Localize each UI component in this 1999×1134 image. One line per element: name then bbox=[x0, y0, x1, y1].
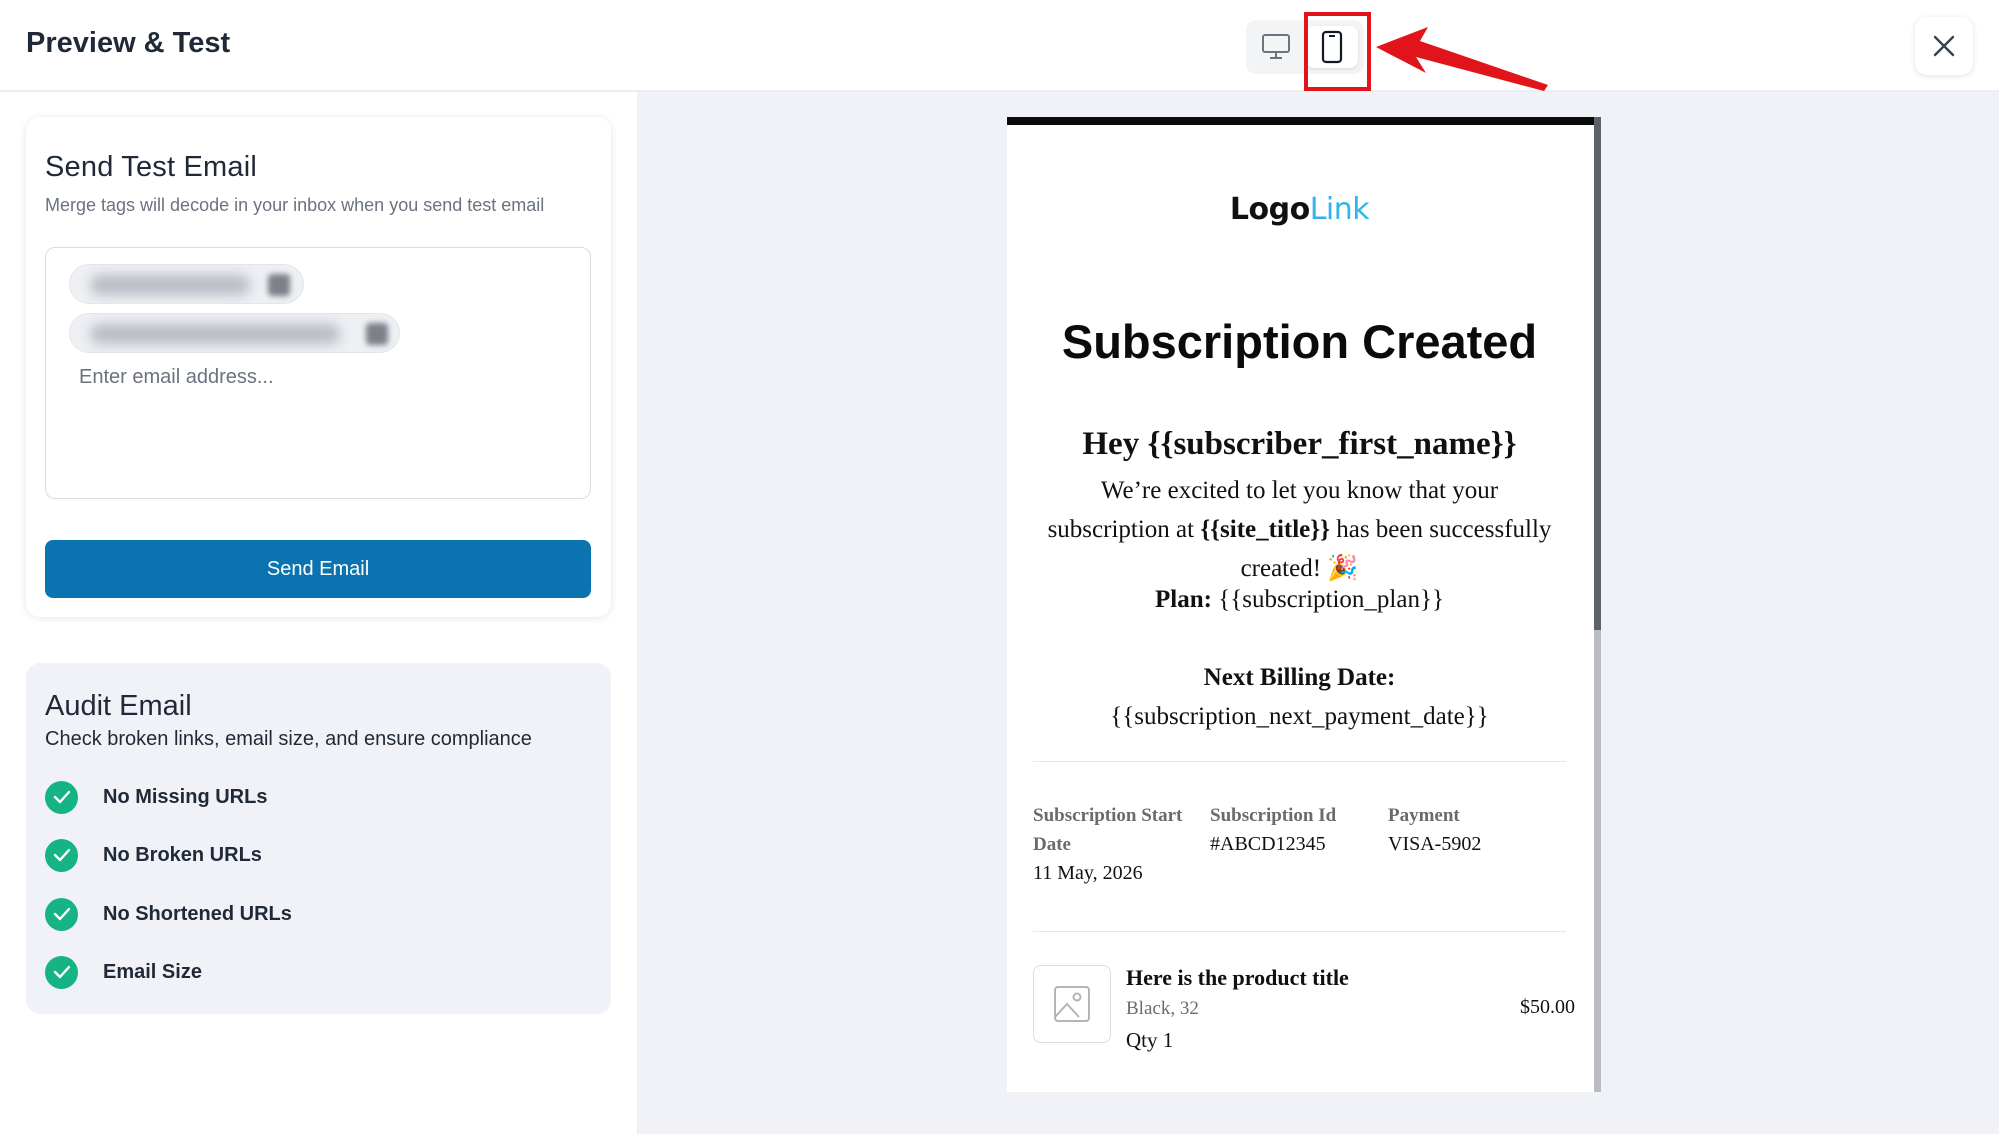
mobile-highlight-box bbox=[1304, 12, 1371, 91]
left-panel: Send Test Email Merge tags will decode i… bbox=[0, 92, 638, 1134]
audit-item-label: No Broken URLs bbox=[103, 843, 262, 866]
next-billing-label: Next Billing Date: bbox=[1203, 664, 1396, 691]
audit-item: No Missing URLs bbox=[45, 780, 267, 814]
email-preview-area: LogoLink Subscription Created Hey {{subs… bbox=[638, 92, 1999, 1134]
desktop-icon bbox=[1262, 34, 1290, 59]
red-arrow-annotation bbox=[1376, 27, 1548, 91]
divider bbox=[1033, 931, 1566, 932]
audit-email-card: Audit Email Check broken links, email si… bbox=[26, 663, 611, 1014]
chip-remove-icon[interactable] bbox=[268, 274, 290, 296]
product-image-placeholder bbox=[1033, 965, 1111, 1043]
send-email-button[interactable]: Send Email bbox=[45, 540, 591, 598]
check-icon bbox=[45, 897, 78, 931]
meta-payment: Payment VISA-5902 bbox=[1388, 805, 1482, 855]
email-chip[interactable] bbox=[69, 264, 304, 304]
email-greeting: Hey {{subscriber_first_name}} bbox=[1082, 426, 1517, 462]
next-billing-value: {{subscription_next_payment_date}} bbox=[1110, 703, 1489, 730]
send-test-email-card: Send Test Email Merge tags will decode i… bbox=[26, 117, 611, 617]
chip-remove-icon[interactable] bbox=[366, 323, 388, 345]
email-address-input[interactable] bbox=[79, 366, 559, 389]
desktop-view-button[interactable] bbox=[1250, 26, 1302, 68]
audit-item-label: Email Size bbox=[103, 960, 202, 983]
meta-start-date: Subscription Start Date 11 May, 2026 bbox=[1033, 805, 1183, 884]
divider bbox=[1033, 761, 1566, 762]
close-icon bbox=[1933, 35, 1955, 57]
email-preview-frame[interactable]: LogoLink Subscription Created Hey {{subs… bbox=[1007, 117, 1601, 1092]
email-plan: Plan: {{subscription_plan}} bbox=[1155, 586, 1444, 613]
check-icon bbox=[45, 955, 78, 989]
product-variant: Black, 32 bbox=[1126, 998, 1199, 1019]
close-button[interactable] bbox=[1915, 17, 1973, 75]
audit-subtitle: Check broken links, email size, and ensu… bbox=[45, 728, 532, 750]
chip-redacted-text bbox=[90, 324, 340, 344]
audit-item: No Broken URLs bbox=[45, 838, 262, 872]
meta-subscription-id: Subscription Id #ABCD12345 bbox=[1210, 805, 1337, 855]
preview-scrollbar-thumb[interactable] bbox=[1594, 117, 1601, 630]
email-chip[interactable] bbox=[69, 313, 400, 353]
audit-item-label: No Missing URLs bbox=[103, 785, 268, 808]
product-qty: Qty 1 bbox=[1126, 1028, 1174, 1052]
brand-logo: LogoLink bbox=[1229, 192, 1370, 227]
check-icon bbox=[45, 838, 78, 872]
product-title: Here is the product title bbox=[1126, 965, 1349, 990]
email-recipients-field[interactable] bbox=[45, 247, 591, 499]
chip-redacted-text bbox=[90, 275, 250, 295]
audit-item-label: No Shortened URLs bbox=[103, 902, 292, 925]
audit-title: Audit Email bbox=[45, 690, 192, 722]
product-price: $50.00 bbox=[1520, 996, 1575, 1018]
send-test-title: Send Test Email bbox=[45, 151, 258, 183]
audit-item: No Shortened URLs bbox=[45, 897, 292, 931]
image-placeholder-icon bbox=[1054, 986, 1090, 1022]
audit-item: Email Size bbox=[45, 955, 202, 989]
email-body-text: We’re excited to let you know that your … bbox=[1047, 477, 1552, 582]
page-title: Preview & Test bbox=[26, 27, 231, 59]
check-icon bbox=[45, 780, 78, 814]
email-title: Subscription Created bbox=[1061, 315, 1538, 368]
send-test-subtitle: Merge tags will decode in your inbox whe… bbox=[45, 195, 545, 215]
header-bar: Preview & Test bbox=[0, 0, 1999, 92]
